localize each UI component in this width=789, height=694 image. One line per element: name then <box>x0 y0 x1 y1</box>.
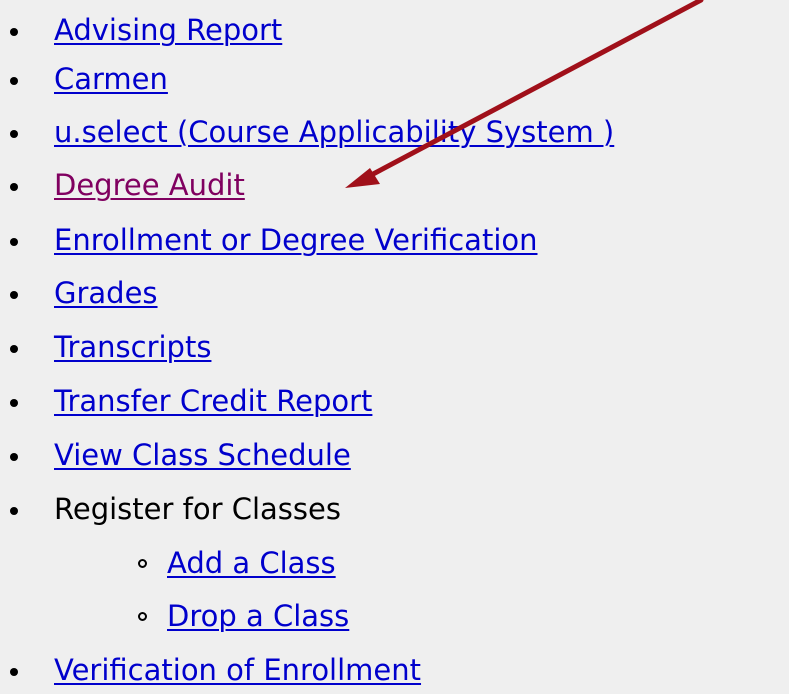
red-arrow-icon <box>345 0 704 188</box>
arrow-shaft <box>357 0 704 184</box>
